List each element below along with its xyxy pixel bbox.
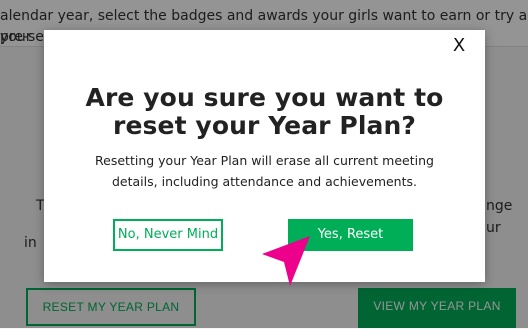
dialog-message-line-1: Resetting your Year Plan will erase all … <box>95 153 434 168</box>
arrow-pointer-shape <box>262 236 310 286</box>
close-icon[interactable]: X <box>451 36 467 56</box>
arrow-pointer-icon <box>262 236 310 286</box>
dialog-title: Are you sure you want to reset your Year… <box>44 84 485 140</box>
dialog-title-line-2: reset your Year Plan? <box>113 111 416 140</box>
cancel-button[interactable]: No, Never Mind <box>113 219 223 251</box>
dialog-message-line-2: details, including attendance and achiev… <box>112 174 417 189</box>
dialog-message: Resetting your Year Plan will erase all … <box>44 150 485 192</box>
dialog-title-line-1: Are you sure you want to <box>85 83 444 112</box>
